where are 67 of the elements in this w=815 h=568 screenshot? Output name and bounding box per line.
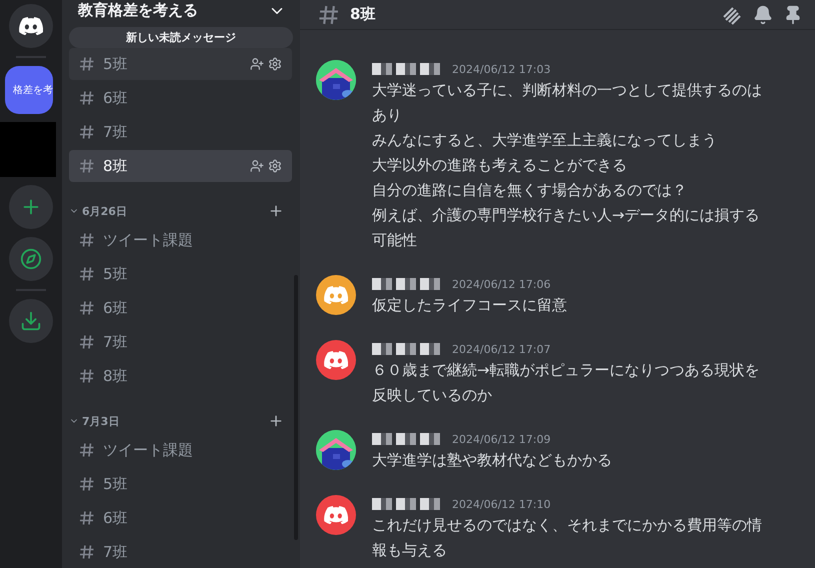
unread-toast[interactable]: 新しい未読メッセージ [69, 27, 293, 48]
bell-icon[interactable] [753, 4, 773, 24]
channel-item[interactable]: 6班 [69, 502, 292, 534]
invite-icon[interactable] [250, 57, 264, 71]
channel-item[interactable]: 6班 [69, 292, 292, 324]
invite-icon[interactable] [250, 159, 264, 173]
discord-icon [324, 506, 348, 524]
message-text: 例えば、介護の専門学校行きたい人→データ的には損する可能性 [372, 205, 761, 251]
hash-icon [79, 124, 95, 140]
discord-icon [324, 286, 348, 304]
home-button[interactable] [9, 4, 53, 48]
add-channel-icon[interactable] [268, 203, 284, 219]
channel-item[interactable]: 7班 [69, 536, 292, 568]
channel-item[interactable]: 7班 [69, 326, 292, 358]
download-icon [20, 310, 42, 332]
add-server-button[interactable] [9, 185, 53, 229]
compass-icon [20, 248, 42, 270]
timestamp: 2024/06/12 17:06 [452, 278, 551, 290]
hash-icon [79, 334, 95, 350]
avatar[interactable] [316, 275, 356, 315]
hash-icon [79, 56, 95, 72]
hash-icon [79, 232, 95, 248]
message-text: 自分の進路に自信を無くす場合があるのでは？ [372, 180, 688, 201]
settings-icon[interactable] [268, 57, 282, 71]
message-text: 大学迷っている子に、判断材料の一つとして提供するのはあり [372, 80, 763, 126]
category-name[interactable]: 6月26日 [82, 204, 268, 218]
hash-icon [79, 266, 95, 282]
category-name[interactable]: 7月3日 [82, 414, 268, 428]
timestamp: 2024/06/12 17:10 [452, 498, 551, 510]
timestamp: 2024/06/12 17:03 [452, 62, 551, 76]
hash-icon [79, 90, 95, 106]
explore-button[interactable] [9, 237, 53, 281]
message-text: ６０歳まで継続→転職がポピュラーになりつつある現状を反映しているのか [372, 360, 761, 406]
hash-icon [318, 4, 340, 26]
message-text: 大学進学は塾や教材代などもかかる [372, 450, 613, 471]
avatar[interactable] [316, 340, 356, 380]
channel-item[interactable]: ツイート課題 [69, 434, 292, 466]
hash-icon [79, 544, 95, 560]
hash-icon [79, 300, 95, 316]
channel-item[interactable]: 8班 [69, 150, 292, 182]
settings-icon[interactable] [268, 159, 282, 173]
discord-icon [19, 16, 43, 36]
channel-item[interactable]: ツイート課題 [69, 224, 292, 256]
server-title[interactable]: 教育格差を考える [78, 1, 198, 20]
channel-title: 8班 [350, 5, 376, 24]
message-text: 仮定したライフコースに留意 [372, 295, 568, 316]
channel-item[interactable]: 7班 [69, 116, 292, 148]
hash-icon [79, 442, 95, 458]
download-button[interactable] [9, 299, 53, 343]
channel-item[interactable]: 6班 [69, 82, 292, 114]
channel-item[interactable]: 5班 [69, 258, 292, 290]
channel-item[interactable]: 5班 [69, 48, 292, 80]
hash-icon [79, 158, 95, 174]
add-channel-icon[interactable] [268, 413, 284, 429]
message-text: みんなにすると、大学進学至上主義になってしまう [372, 130, 718, 151]
hash-icon [79, 368, 95, 384]
hash-icon [79, 476, 95, 492]
message-text: 大学以外の進路も考えることができる [372, 155, 628, 176]
avatar[interactable] [316, 495, 356, 535]
hash-icon [79, 510, 95, 526]
discord-icon [324, 350, 348, 370]
channel-item[interactable]: 8班 [69, 360, 292, 392]
message-text: これだけ見せるのではなく、それまでにかかる費用等の情報も与える [372, 515, 763, 561]
timestamp: 2024/06/12 17:09 [452, 432, 551, 446]
server-icon[interactable]: 格差を考 [5, 66, 53, 114]
channel-item[interactable]: 5班 [69, 468, 292, 500]
timestamp: 2024/06/12 17:07 [452, 342, 551, 356]
